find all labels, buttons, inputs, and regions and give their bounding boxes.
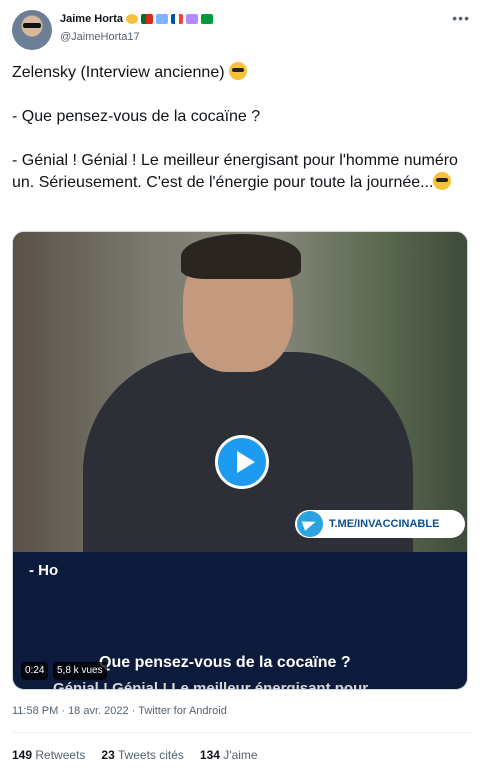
telegram-watermark: T.ME/INVACCINABLE [295,510,465,538]
divider [12,732,470,733]
tweet-stats: 149 Retweets 23 Tweets cités 134 J'aime [12,748,258,762]
tweet-line: - Génial ! Génial ! Le meilleur énergisa… [12,150,470,194]
avatar[interactable] [12,10,52,50]
subtitle-line: Génial ! Génial ! Le meilleur énergisant… [53,680,369,690]
subtitle-line: - Ho [29,562,59,579]
tweet-line: - Que pensez-vous de la cocaïne ? [12,106,470,128]
tweet-meta: 11:58 PM · 18 avr. 2022 · Twitter for An… [12,705,227,717]
author-handle[interactable]: @JaimeHorta17 [60,31,140,43]
purple-emoji-icon [185,14,198,24]
retweets-stat[interactable]: 149 Retweets [12,748,85,762]
play-icon[interactable] [215,435,269,489]
retweets-label: Retweets [35,748,86,762]
author-name[interactable]: Jaime Horta [60,13,123,25]
sunglasses-emoji-icon [433,172,452,190]
brazil-flag-icon [200,14,213,24]
nerd-face-emoji-icon [229,62,247,80]
video-views: 5,8 k vues [53,662,107,680]
retweets-count: 149 [12,748,33,762]
likes-count: 134 [199,748,220,762]
telegram-label: T.ME/INVACCINABLE [329,518,440,530]
tweet-source[interactable]: Twitter for Android [138,705,227,717]
tweet-date[interactable]: 18 avr. 2022 [68,705,129,717]
telegram-icon [297,511,323,537]
more-options-icon[interactable]: ••• [452,10,470,26]
likes-stat[interactable]: 134 J'aime [200,748,258,762]
sunglasses-emoji-icon [125,14,138,24]
quotes-stat[interactable]: 23 Tweets cités [101,748,184,762]
person-hair [181,234,301,279]
portugal-flag-icon [140,14,153,24]
tweet-line: Zelensky (Interview ancienne) [12,62,470,84]
snowflake-icon [155,14,168,24]
tweet-line-text: - Génial ! Génial ! Le meilleur énergisa… [12,152,458,191]
tweet-text: Zelensky (Interview ancienne) - Que pens… [12,62,470,194]
quotes-label: Tweets cités [117,748,184,762]
france-flag-icon [170,14,183,24]
quotes-count: 23 [101,748,115,762]
tweet-time[interactable]: 11:58 PM [12,705,58,717]
subtitle-line: Que pensez-vous de la cocaïne ? [99,654,351,671]
video-duration: 0:24 [21,662,49,680]
video-frame [13,232,467,552]
tweet-header: Jaime Horta @JaimeHorta17 ••• [12,10,470,52]
likes-label: J'aime [223,748,258,762]
avatar-sunglasses [23,23,41,28]
video-player[interactable]: T.ME/INVACCINABLE - Ho Que pensez-vous d… [12,231,468,690]
author-name-row: Jaime Horta [60,13,213,25]
tweet-line-text: - Que pensez-vous de la cocaïne ? [12,108,261,125]
tweet-line-text: Zelensky (Interview ancienne) [12,64,225,81]
